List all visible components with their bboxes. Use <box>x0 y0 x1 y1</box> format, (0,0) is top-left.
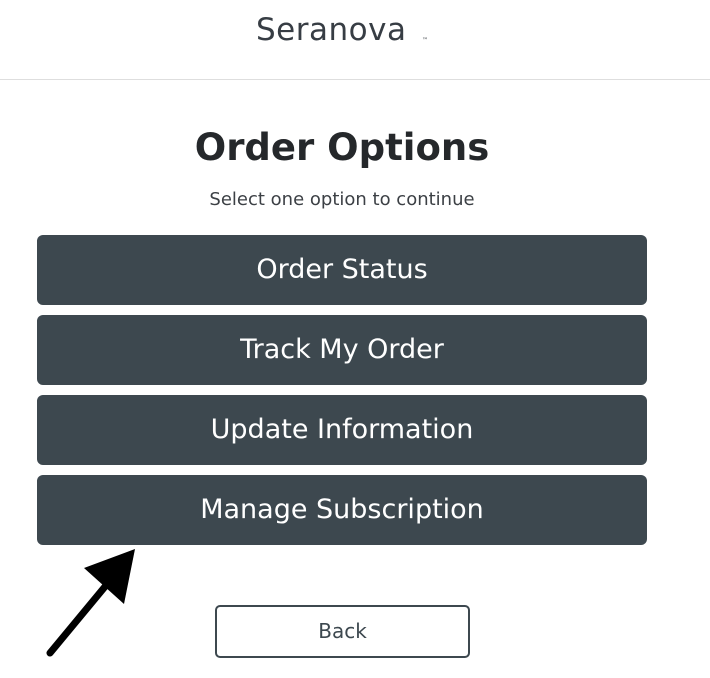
page: Seranova ™ Order Options Select one opti… <box>0 0 710 678</box>
arrow-up-right-icon <box>46 549 135 657</box>
